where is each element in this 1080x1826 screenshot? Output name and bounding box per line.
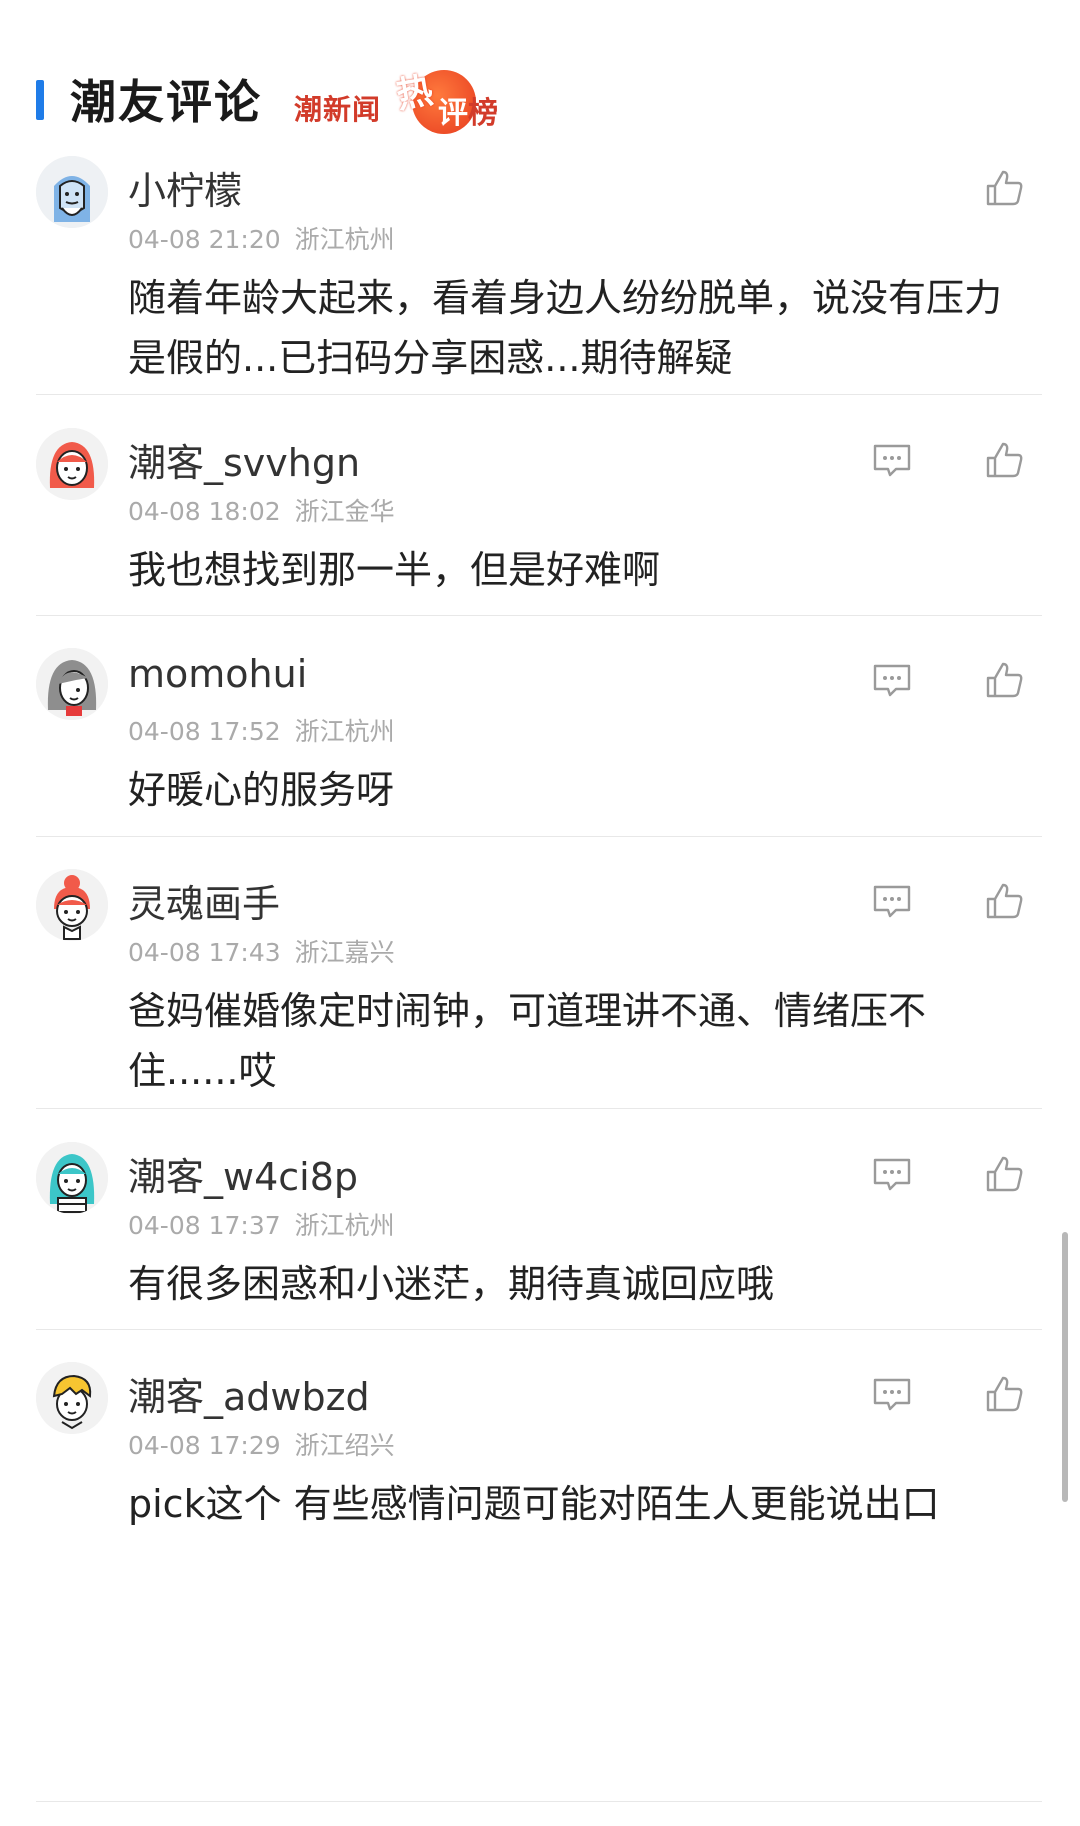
reply-comment-icon[interactable]	[868, 436, 916, 484]
comment-meta: 04-08 17:37 浙江杭州	[128, 1206, 395, 1242]
avatar-gray-hair-woman-icon	[36, 648, 108, 720]
avatar-yellow-hair-boy-icon	[36, 1362, 108, 1434]
comment-meta: 04-08 18:02 浙江金华	[128, 492, 395, 528]
comment-location: 浙江杭州	[294, 1211, 395, 1240]
comment-location: 浙江杭州	[294, 225, 395, 254]
comment-location: 浙江金华	[294, 497, 395, 526]
comment-author[interactable]: 小柠檬	[128, 160, 242, 215]
comment-meta: 04-08 21:20 浙江杭州	[128, 220, 395, 256]
comment-item: 潮客_adwbzd 04-08 17:29 浙江绍兴 pick这个 有些感情问题可…	[36, 1362, 1042, 1526]
comment-text: 有很多困惑和小迷茫，期待真诚回应哦	[128, 1262, 775, 1306]
reply-comment-icon[interactable]	[868, 656, 916, 704]
avatar-red-hair-girl-icon	[36, 428, 108, 500]
divider	[36, 1801, 1042, 1802]
section-header: 潮友评论 潮新闻 热 评榜	[36, 62, 1036, 142]
comment-item: 小柠檬 04-08 21:20 浙江杭州 随着年龄大起来，看着身边人纷纷脱单，说没…	[36, 156, 1042, 380]
reply-comment-icon[interactable]	[868, 1150, 916, 1198]
like-icon[interactable]	[980, 656, 1028, 704]
comment-item: 灵魂画手 04-08 17:43 浙江嘉兴 爸妈催婚像定时闹钟，可道理讲不通、情绪…	[36, 869, 1042, 1093]
comment-item: 潮客_svvhgn 04-08 18:02 浙江金华 我也想找到那一半，但是好难啊	[36, 428, 1042, 592]
comment-author[interactable]: 灵魂画手	[128, 873, 280, 928]
brand-text-ranking: 评榜	[438, 96, 498, 131]
like-icon[interactable]	[980, 1150, 1028, 1198]
comment-meta: 04-08 17:52 浙江杭州	[128, 712, 395, 748]
divider	[36, 1108, 1042, 1109]
comment-time: 04-08 17:52	[128, 717, 281, 746]
comment-location: 浙江绍兴	[294, 1431, 395, 1460]
reply-comment-icon[interactable]	[868, 1370, 916, 1418]
brand-text-chaoxinwen: 潮新闻	[294, 93, 382, 126]
comment-author[interactable]: 潮客_adwbzd	[128, 1366, 370, 1421]
comment-author[interactable]: momohui	[128, 652, 307, 696]
hot-comment-ranking-logo[interactable]: 潮新闻 热 评榜	[294, 64, 554, 140]
comment-meta: 04-08 17:43 浙江嘉兴	[128, 933, 395, 969]
divider	[36, 394, 1042, 395]
like-icon[interactable]	[980, 164, 1028, 212]
comment-location: 浙江嘉兴	[294, 938, 395, 967]
avatar[interactable]	[36, 428, 108, 500]
divider	[36, 615, 1042, 616]
section-accent-bar	[36, 80, 44, 120]
comment-time: 04-08 21:20	[128, 225, 281, 254]
brand-text-hot: 热	[393, 69, 436, 117]
reply-comment-icon[interactable]	[868, 877, 916, 925]
comment-author[interactable]: 潮客_w4ci8p	[128, 1146, 358, 1201]
avatar[interactable]	[36, 156, 108, 228]
comment-author[interactable]: 潮客_svvhgn	[128, 432, 360, 487]
avatar-teal-hair-girl-icon	[36, 1142, 108, 1214]
divider	[36, 836, 1042, 837]
comment-time: 04-08 17:43	[128, 938, 281, 967]
comment-meta: 04-08 17:29 浙江绍兴	[128, 1426, 395, 1462]
avatar[interactable]	[36, 869, 108, 941]
comment-time: 04-08 17:29	[128, 1431, 281, 1460]
comment-time: 04-08 18:02	[128, 497, 281, 526]
comment-text: 我也想找到那一半，但是好难啊	[128, 548, 661, 592]
comment-text: pick这个 有些感情问题可能对陌生人更能说出口	[128, 1482, 940, 1526]
comment-text: 爸妈催婚像定时闹钟，可道理讲不通、情绪压不住......哎	[128, 989, 927, 1093]
section-title: 潮友评论	[70, 75, 262, 129]
like-icon[interactable]	[980, 1370, 1028, 1418]
comment-text: 好暖心的服务呀	[128, 768, 395, 812]
comment-time: 04-08 17:37	[128, 1211, 281, 1240]
avatar[interactable]	[36, 648, 108, 720]
avatar[interactable]	[36, 1142, 108, 1214]
comment-text: 随着年龄大起来，看着身边人纷纷脱单，说没有压力是假的...已扫码分享困惑...期…	[128, 276, 1003, 380]
like-icon[interactable]	[980, 877, 1028, 925]
avatar-bearded-man-icon	[36, 156, 108, 228]
comment-item: 潮客_w4ci8p 04-08 17:37 浙江杭州 有很多困惑和小迷茫，期待真诚…	[36, 1142, 1042, 1306]
like-icon[interactable]	[980, 436, 1028, 484]
comment-item: momohui 04-08 17:52 浙江杭州 好暖心的服务呀	[36, 648, 1042, 812]
comment-location: 浙江杭州	[294, 717, 395, 746]
divider	[36, 1329, 1042, 1330]
avatar-red-bun-girl-icon	[36, 869, 108, 941]
avatar[interactable]	[36, 1362, 108, 1434]
scrollbar-thumb[interactable]	[1062, 1232, 1068, 1502]
